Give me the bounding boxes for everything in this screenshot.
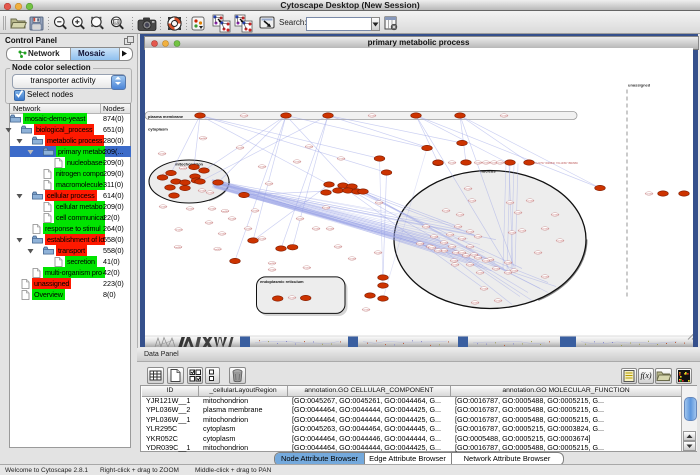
svg-text:Ynn00W: Ynn00W [265,184,274,186]
svg-text:Ynn00W: Ynn00W [268,263,277,265]
svg-text:Ynn00W: Ynn00W [482,261,491,263]
svg-text:Ynn00W: Ynn00W [458,253,467,255]
svg-text:Ynn00W: Ynn00W [474,237,483,239]
svg-text:Ynn00W: Ynn00W [506,203,515,205]
svg-text:Ynn00W: Ynn00W [466,232,475,234]
svg-text:Ynn00W: Ynn00W [442,211,451,213]
svg-text:Ynn00W: Ynn00W [458,239,467,241]
svg-text:Ynn00W: Ynn00W [504,273,513,275]
svg-text:Ynn00W: Ynn00W [199,138,208,140]
svg-text:Ynn00W: Ynn00W [434,251,443,253]
svg-text:Ynn00W: Ynn00W [186,209,195,211]
svg-text:Ynn00W: Ynn00W [368,116,377,118]
svg-text:Ynn00W: Ynn00W [470,255,479,257]
svg-text:Ynn00W: Ynn00W [251,211,260,213]
svg-text:Ynn00W: Ynn00W [466,265,475,267]
svg-text:cytoplasm: cytoplasm [148,127,168,132]
svg-text:unassigned: unassigned [628,83,651,88]
svg-text:Ynn00W: Ynn00W [474,258,483,260]
svg-text:Ynn00W: Ynn00W [206,193,215,195]
svg-text:Ynn00W: Ynn00W [430,237,439,239]
svg-text:Ynn00W: Ynn00W [374,253,383,255]
svg-text:Ynn00W: Ynn00W [174,247,183,249]
svg-text:Ynn00W: Ynn00W [416,244,425,246]
svg-text:Ynn00W: Ynn00W [514,213,523,215]
svg-text:Ynn00W: Ynn00W [293,162,302,164]
svg-text:Ynn00W: Ynn00W [213,249,222,251]
svg-text:YKL217W YDR384C YOL103W YBR298: YKL217W YDR384C YOL103W YBR298C [533,162,578,165]
svg-text:Ynn00W: Ynn00W [258,167,267,169]
svg-text:Ynn00W: Ynn00W [496,163,505,165]
svg-text:Ynn00W: Ynn00W [526,201,535,203]
svg-text:Ynn00W: Ynn00W [158,154,167,156]
svg-text:Ynn00W: Ynn00W [500,116,509,118]
svg-text:Ynn00W: Ynn00W [471,303,480,305]
svg-text:Ynn00W: Ynn00W [456,215,465,217]
svg-text:Ynn00W: Ynn00W [205,223,214,225]
svg-text:Ynn00W: Ynn00W [244,229,253,231]
svg-text:Ynn00W: Ynn00W [312,229,321,231]
svg-text:Ynn00W: Ynn00W [375,203,384,205]
svg-text:Ynn00W: Ynn00W [541,229,550,231]
svg-text:Ynn00W: Ynn00W [268,270,277,272]
svg-text:Ynn00W: Ynn00W [494,301,503,303]
svg-text:Ynn00W: Ynn00W [228,219,237,221]
svg-text:Ynn00W: Ynn00W [468,201,477,203]
svg-text:Ynn00W: Ynn00W [337,159,346,161]
svg-text:Ynn00W: Ynn00W [198,191,207,193]
svg-text:Ynn00W: Ynn00W [348,259,357,261]
svg-text:Ynn00W: Ynn00W [322,208,331,210]
svg-text:Ynn00W: Ynn00W [296,219,305,221]
svg-text:Ynn00W: Ynn00W [305,147,314,149]
svg-text:endoplasmic reticulum: endoplasmic reticulum [260,279,304,284]
svg-text:Ynn00W: Ynn00W [551,215,560,217]
svg-text:Ynn00W: Ynn00W [179,168,188,170]
svg-text:Ynn00W: Ynn00W [303,268,312,270]
svg-text:Ynn00W: Ynn00W [218,234,227,236]
svg-text:nucleus: nucleus [480,169,496,174]
svg-text:Ynn00W: Ynn00W [326,229,335,231]
svg-text:Ynn00W: Ynn00W [480,289,489,291]
svg-text:Ynn00W: Ynn00W [448,163,457,165]
svg-text:Ynn00W: Ynn00W [159,207,168,209]
svg-text:Ynn00W: Ynn00W [362,310,371,312]
svg-text:Ynn00W: Ynn00W [448,247,457,249]
svg-text:plasma membrane: plasma membrane [148,114,184,119]
svg-text:1:1: 1:1 [114,20,119,24]
svg-text:Ynn00W: Ynn00W [288,298,297,300]
svg-text:Ynn00W: Ynn00W [334,247,343,249]
svg-text:Ynn00W: Ynn00W [541,277,550,279]
svg-text:Ynn00W: Ynn00W [645,194,654,196]
svg-text:Ynn00W: Ynn00W [504,263,513,265]
svg-text:Ynn00W: Ynn00W [174,230,183,232]
svg-text:Ynn00W: Ynn00W [556,241,565,243]
svg-text:Ynn00W: Ynn00W [508,233,517,235]
svg-text:Ynn00W: Ynn00W [236,148,245,150]
svg-text:Ynn00W: Ynn00W [221,211,230,213]
svg-text:Ynn00W: Ynn00W [422,227,431,229]
svg-text:Ynn00W: Ynn00W [208,209,217,211]
svg-text:Ynn00W: Ynn00W [476,273,485,275]
svg-text:Ynn00W: Ynn00W [466,247,475,249]
svg-text:Ynn00W: Ynn00W [440,243,449,245]
svg-text:Ynn00W: Ynn00W [258,239,267,241]
svg-text:Ynn00W: Ynn00W [446,235,455,237]
svg-text:Ynn00W: Ynn00W [454,227,463,229]
svg-text:Ynn00W: Ynn00W [518,231,527,233]
svg-text:Ynn00W: Ynn00W [534,253,543,255]
svg-text:Ynn00W: Ynn00W [450,261,459,263]
svg-text:Ynn00W: Ynn00W [492,269,501,271]
svg-text:Ynn00W: Ynn00W [451,265,460,267]
svg-text:Ynn00W: Ynn00W [240,116,249,118]
svg-text:Ynn00W: Ynn00W [464,189,473,191]
